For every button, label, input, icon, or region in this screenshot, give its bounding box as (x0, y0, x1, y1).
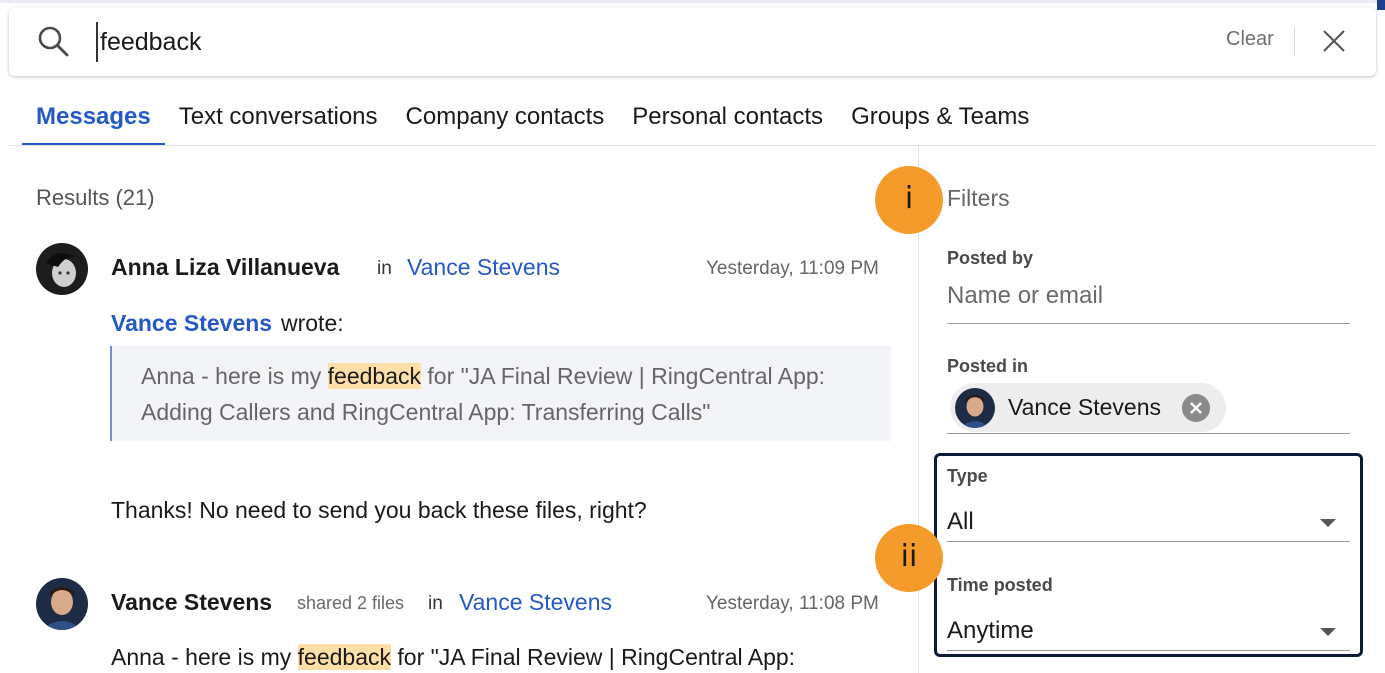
tab-text-conversations[interactable]: Text conversations (165, 100, 392, 146)
tabs-divider (9, 145, 1376, 146)
conversation-link[interactable]: Vance Stevens (407, 254, 560, 281)
search-highlight: feedback (327, 363, 421, 389)
quote-line: Adding Callers and RingCentral App: Tran… (141, 399, 711, 425)
time-posted-value: Anytime (947, 617, 1034, 644)
window-top-edge (0, 0, 1385, 3)
search-icon (38, 26, 69, 57)
avatar-photo-icon (36, 578, 88, 630)
tab-personal-contacts[interactable]: Personal contacts (618, 100, 837, 146)
search-input[interactable] (96, 22, 1176, 62)
message-segment: for "JA Final Review | RingCentral App: (391, 644, 796, 670)
avatar (955, 388, 995, 428)
sender-name[interactable]: Anna Liza Villanueva (111, 254, 339, 281)
posted-by-label: Posted by (947, 248, 1034, 268)
posted-in-chip[interactable]: Vance Stevens (950, 383, 1226, 432)
type-select[interactable]: All (947, 502, 1350, 542)
in-label: in (377, 258, 392, 279)
message-segment: Anna - here is my (111, 644, 298, 670)
type-label: Type (947, 466, 988, 486)
chip-label: Vance Stevens (1008, 394, 1162, 420)
avatar-photo-icon (36, 243, 88, 295)
message-text: Thanks! No need to send you back these f… (111, 497, 647, 523)
sender-name[interactable]: Vance Stevens (111, 589, 272, 616)
caret-down-icon (1320, 519, 1336, 527)
message-text: Anna - here is my feedback for "JA Final… (111, 644, 795, 671)
quote-line: Anna - here is my feedback for "JA Final… (141, 363, 825, 390)
posted-in-label: Posted in (947, 356, 1029, 376)
type-value: All (947, 508, 974, 535)
avatar[interactable] (36, 578, 88, 630)
window-corner-accent (1377, 0, 1385, 10)
quote-author-link[interactable]: Vance Stevens (111, 310, 272, 337)
remove-chip-icon[interactable] (1182, 394, 1210, 422)
avatar-photo-icon (955, 388, 995, 428)
search-highlight: feedback (297, 644, 391, 670)
divider (1294, 28, 1295, 56)
action-label: shared 2 files (297, 593, 405, 613)
in-label: in (428, 593, 443, 614)
tab-groups-teams[interactable]: Groups & Teams (837, 100, 1043, 146)
posted-by-field[interactable]: Name or email (947, 282, 1350, 324)
filters-title: Filters (947, 185, 1010, 211)
quote-text: for "JA Final Review | RingCentral App: (421, 363, 826, 389)
quoted-message: Anna - here is my feedback for "JA Final… (110, 346, 891, 441)
callout-badge-i: i (875, 166, 943, 234)
close-icon[interactable] (1321, 28, 1347, 54)
search-tabs: Messages Text conversations Company cont… (22, 100, 1043, 146)
quote-author-suffix: wrote: (281, 310, 344, 336)
quote-text: Anna - here is my (141, 363, 328, 389)
callout-badge-ii: ii (875, 524, 943, 592)
caret-down-icon (1320, 628, 1336, 636)
time-posted-select[interactable]: Anytime (947, 611, 1350, 651)
timestamp: Yesterday, 11:09 PM (706, 258, 879, 279)
posted-by-placeholder: Name or email (947, 282, 1104, 309)
results-count: Results (21) (36, 185, 155, 210)
timestamp: Yesterday, 11:08 PM (706, 593, 879, 614)
time-posted-label: Time posted (947, 575, 1053, 595)
conversation-link[interactable]: Vance Stevens (459, 589, 612, 616)
clear-button[interactable]: Clear (1226, 28, 1274, 51)
search-bar: Clear (9, 8, 1376, 76)
tab-messages[interactable]: Messages (22, 100, 165, 146)
tab-company-contacts[interactable]: Company contacts (392, 100, 619, 146)
avatar[interactable] (36, 243, 88, 295)
